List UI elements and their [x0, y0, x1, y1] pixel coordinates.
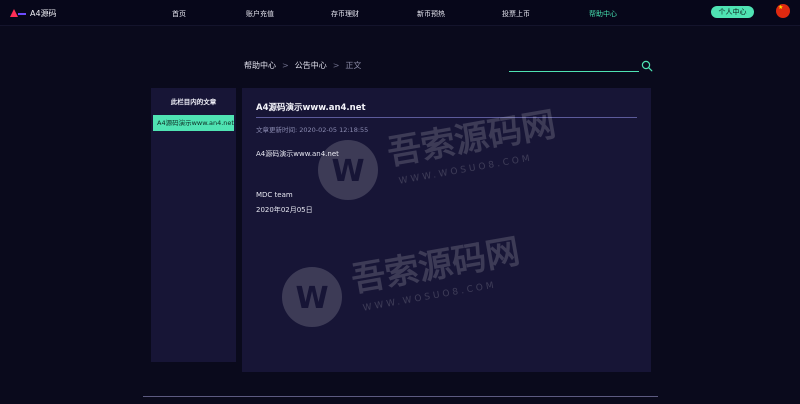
sidebar-item-article[interactable]: A4源码演示www.an4.net	[153, 115, 234, 131]
article-panel: A4源码演示www.an4.net 文章更新时间: 2020-02-05 12:…	[242, 88, 651, 372]
breadcrumb-help-center[interactable]: 帮助中心	[244, 60, 276, 71]
logo-text: A4源码	[30, 8, 57, 18]
search-box	[509, 59, 655, 73]
nav-item-home[interactable]: 首页	[172, 9, 186, 19]
breadcrumb-announcements[interactable]: 公告中心	[295, 60, 327, 71]
flag-star-icon: ★	[778, 4, 784, 11]
breadcrumb-separator: >	[282, 61, 289, 70]
article-paragraph: A4源码演示www.an4.net	[256, 150, 339, 158]
article-paragraph: 2020年02月05日	[256, 206, 313, 214]
breadcrumb-separator: >	[332, 61, 340, 70]
breadcrumb: 帮助中心 > 公告中心 > 正文	[244, 60, 361, 71]
user-center-button[interactable]: 个人中心	[711, 6, 754, 18]
nav-item-vote-listing[interactable]: 投票上币	[502, 9, 530, 19]
article-title: A4源码演示www.an4.net	[256, 103, 366, 113]
logo-mark-icon	[10, 8, 26, 18]
top-bar: A4源码 首页 账户充值 存币理财 新币预热 投票上币 帮助中心 个人中心 ★	[0, 0, 800, 26]
nav-item-help-center[interactable]: 帮助中心	[589, 9, 617, 19]
sidebar: 此栏目内的文章 A4源码演示www.an4.net	[151, 88, 236, 362]
logo[interactable]: A4源码	[10, 6, 57, 20]
search-input[interactable]	[509, 59, 639, 72]
nav-item-recharge[interactable]: 账户充值	[246, 9, 274, 19]
article-update-time: 文章更新时间: 2020-02-05 12:18:55	[256, 126, 369, 134]
breadcrumb-current: 正文	[345, 61, 362, 70]
china-flag-icon[interactable]: ★	[776, 4, 790, 18]
footer-divider	[143, 396, 658, 397]
nav-item-savings[interactable]: 存币理财	[331, 9, 359, 19]
nav-item-new-coins[interactable]: 新币预热	[417, 9, 445, 19]
search-icon[interactable]	[641, 60, 653, 72]
divider	[256, 117, 637, 118]
sidebar-title: 此栏目内的文章	[170, 98, 217, 106]
article-paragraph: MDC team	[256, 191, 293, 199]
